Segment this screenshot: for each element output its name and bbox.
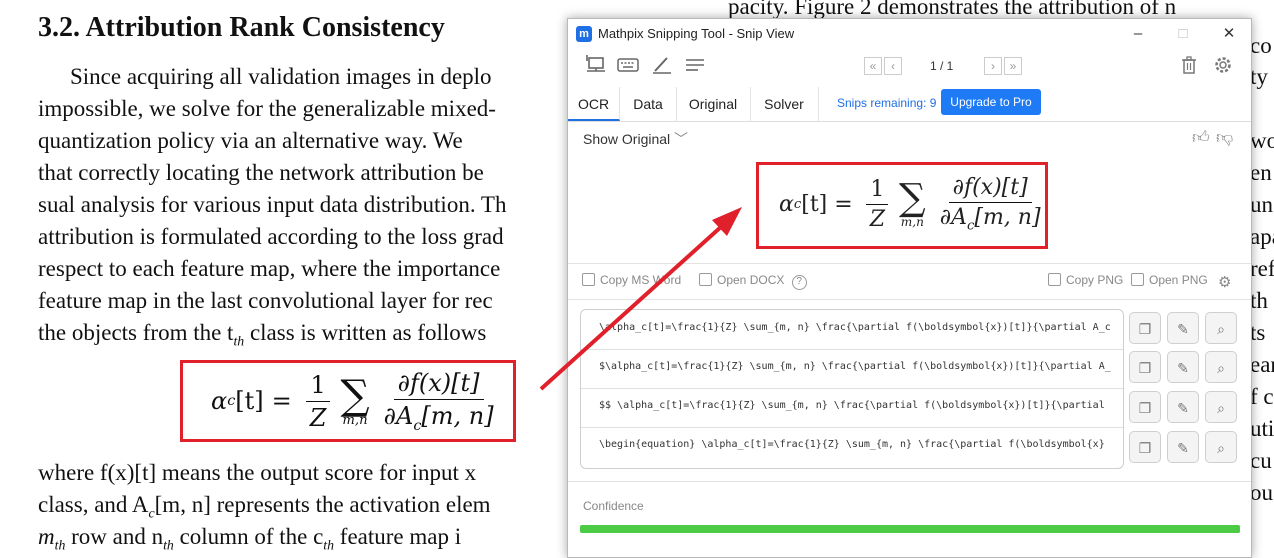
thumbs-down-icon[interactable]: 👎︎	[1216, 127, 1233, 148]
paper-right-fragment: en	[1250, 160, 1272, 185]
latex-row[interactable]: $\alpha_c[t]=\frac{1}{Z} \sum_{m, n} \fr…	[581, 349, 1123, 389]
edit-icon[interactable]: ✎	[1167, 351, 1199, 383]
paper-right-fragment: th	[1250, 288, 1268, 313]
screen-snip-icon[interactable]	[584, 55, 608, 77]
paper-line: mth row and nth column of the cth featur…	[38, 524, 462, 553]
paper-equation-highlight: α c [t] = 1Z ∑ m,n ∂f(x)[t] ∂Ac[m, n]	[180, 360, 516, 442]
snips-remaining: Snips remaining: 9	[837, 96, 937, 110]
gear-icon[interactable]	[1211, 55, 1235, 77]
paper-right-fragment: apa	[1250, 224, 1274, 249]
copy-ms-word-button[interactable]: Copy MS Word	[582, 273, 681, 287]
toolbar: « ‹ 1 / 1 › »	[568, 49, 1251, 83]
minimize-button[interactable]: –	[1123, 23, 1153, 45]
divider	[568, 481, 1251, 482]
rendered-equation-highlight: α c [t] = 1Z ∑ m,n ∂f(x)[t] ∂Ac[m, n]	[756, 162, 1048, 249]
word-icon	[582, 273, 595, 286]
search-icon[interactable]: ⌕	[1205, 391, 1237, 423]
paper-line: impossible, we solve for the generalizab…	[38, 96, 496, 121]
paper-equation: α c [t] = 1Z ∑ m,n ∂f(x)[t] ∂Ac[m, n]	[211, 369, 494, 434]
paper-line: sual analysis for various input data dis…	[38, 192, 507, 217]
mathpix-logo-icon: m	[576, 26, 592, 42]
last-page-button[interactable]: »	[1004, 57, 1022, 75]
keyboard-icon[interactable]	[616, 55, 640, 77]
paper-line: respect to each feature map, where the i…	[38, 256, 501, 281]
paper-right-fragment: ou	[1250, 480, 1273, 505]
paper-line: that correctly locating the network attr…	[38, 160, 484, 185]
open-png-button[interactable]: Open PNG	[1131, 273, 1208, 287]
external-link-icon	[1131, 273, 1144, 286]
window-title: Mathpix Snipping Tool - Snip View	[598, 26, 795, 41]
paper-right-fragment: ref	[1250, 256, 1274, 281]
paper-right-fragment: uti	[1250, 416, 1274, 441]
prev-page-button[interactable]: ‹	[884, 57, 902, 75]
copy-icon[interactable]: ❐	[1129, 312, 1161, 344]
paper-line: quantization policy via an alternative w…	[38, 128, 463, 153]
tab-solver[interactable]: Solver	[750, 87, 819, 121]
title-bar[interactable]: m Mathpix Snipping Tool - Snip View – □ …	[568, 19, 1251, 49]
next-page-button[interactable]: ›	[984, 57, 1002, 75]
rendered-equation: α c [t] = 1Z ∑ m,n ∂f(x)[t] ∂Ac[m, n]	[779, 175, 1041, 234]
divider	[568, 299, 1251, 300]
tab-bar: OCR Data Original Solver Snips remaining…	[568, 87, 1251, 122]
page-indicator: 1 / 1	[930, 59, 954, 73]
latex-output-list: \alpha_c[t]=\frac{1}{Z} \sum_{m, n} \fra…	[580, 309, 1124, 469]
section-heading: 3.2. Attribution Rank Consistency	[38, 12, 445, 43]
maximize-button[interactable]: □	[1168, 23, 1198, 45]
pager-prev: « ‹	[864, 57, 904, 75]
copy-icon[interactable]: ❐	[1129, 431, 1161, 463]
paper-line: feature map in the last convolutional la…	[38, 288, 493, 313]
paper-right-fragment: f c	[1250, 384, 1274, 409]
copy-icon[interactable]: ❐	[1129, 391, 1161, 423]
paper-line: the objects from the tth class is writte…	[38, 320, 487, 349]
help-icon[interactable]: ?	[791, 275, 807, 290]
thumbs-up-icon[interactable]: 👍︎	[1192, 127, 1210, 148]
search-icon[interactable]: ⌕	[1205, 431, 1237, 463]
tab-data[interactable]: Data	[620, 87, 677, 121]
tab-original[interactable]: Original	[676, 87, 751, 121]
edit-icon[interactable]: ✎	[1167, 431, 1199, 463]
close-button[interactable]: ✕	[1214, 23, 1244, 45]
chevron-down-icon: ﹀	[674, 131, 689, 147]
confidence-fill	[580, 525, 1240, 533]
paper-right-fragment: un	[1250, 192, 1273, 217]
upgrade-button[interactable]: Upgrade to Pro	[941, 89, 1041, 115]
paper-right-fragment: wo	[1250, 128, 1274, 153]
first-page-button[interactable]: «	[864, 57, 882, 75]
latex-row[interactable]: $$ \alpha_c[t]=\frac{1}{Z} \sum_{m, n} \…	[581, 388, 1123, 428]
paper-right-fragment: cu	[1250, 448, 1272, 473]
trash-icon[interactable]	[1177, 55, 1201, 77]
copy-icon[interactable]: ❐	[1129, 351, 1161, 383]
paper-right-fragment: ty	[1250, 64, 1268, 89]
pen-icon[interactable]	[650, 55, 674, 77]
edit-icon[interactable]: ✎	[1167, 312, 1199, 344]
copy-icon	[1048, 273, 1061, 286]
open-docx-button[interactable]: Open DOCX ?	[699, 273, 807, 290]
edit-icon[interactable]: ✎	[1167, 391, 1199, 423]
paper-right-fragment: co	[1250, 33, 1272, 58]
show-original-toggle[interactable]: Show Original ﹀	[583, 129, 688, 149]
paper-line: Since acquiring all validation images in…	[70, 64, 492, 89]
external-link-icon	[699, 273, 712, 286]
paper-right-fragment: ear	[1250, 352, 1274, 377]
copy-png-button[interactable]: Copy PNG	[1048, 273, 1123, 287]
sliders-icon[interactable]: ⚙︎	[1218, 273, 1231, 291]
tab-ocr[interactable]: OCR	[568, 87, 620, 121]
latex-row[interactable]: \alpha_c[t]=\frac{1}{Z} \sum_{m, n} \fra…	[581, 310, 1123, 350]
latex-row[interactable]: \begin{equation} \alpha_c[t]=\frac{1}{Z}…	[581, 427, 1123, 466]
export-actions: Copy MS Word Open DOCX ? Copy PNG Open P…	[568, 265, 1251, 299]
search-icon[interactable]: ⌕	[1205, 351, 1237, 383]
pager-next: › »	[984, 57, 1024, 75]
paper-top-fragment: pacity. Figure 2 demonstrates the attrib…	[728, 0, 1177, 19]
menu-icon[interactable]	[683, 55, 707, 77]
paper-right-fragment: ts	[1250, 320, 1266, 345]
search-icon[interactable]: ⌕	[1205, 312, 1237, 344]
confidence-label: Confidence	[583, 499, 644, 513]
mathpix-window: m Mathpix Snipping Tool - Snip View – □ …	[567, 18, 1252, 558]
paper-line: attribution is formulated according to t…	[38, 224, 504, 249]
paper-line: where f(x)[t] means the output score for…	[38, 460, 477, 485]
divider	[568, 263, 1251, 264]
confidence-bar	[580, 525, 1240, 533]
paper-line: class, and Ac[m, n] represents the activ…	[38, 492, 491, 521]
